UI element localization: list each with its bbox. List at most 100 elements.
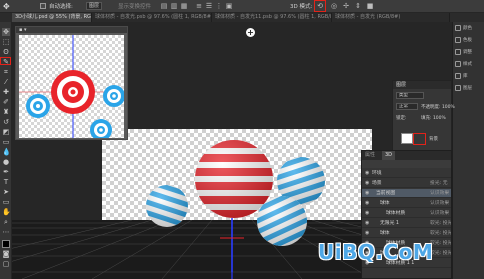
move-tool-icon[interactable]: ✥ [2,28,10,36]
auto-select-label: 自动选择: [49,4,73,10]
scene-tree-row[interactable]: ◉ 当前视图 认识效果 [362,189,451,198]
scene-tree-label: 场景 [372,181,382,186]
3d-mode-label: 3D 模式: [290,4,313,10]
eraser-tool-icon[interactable]: ◩ [2,128,10,136]
3d-rotate-highlight [314,0,326,12]
type-tool-icon[interactable]: T [2,178,10,186]
3d-panel-filter-bar [362,160,451,168]
quick-mask-icon[interactable]: ◙ [2,250,10,258]
dock-libraries[interactable]: 库 [455,72,484,82]
visibility-eye-icon[interactable]: ◉ [365,170,371,176]
3d-roll-icon[interactable]: ◎ [330,2,338,10]
layer-thumbnail[interactable] [401,133,413,144]
layers-panel-icon [455,84,461,91]
tools-panel: ✥ ⬚ ʘ ✎ ⌗ ⁄ ✚ ✐ ♜ ↺ ◩ ▭ 💧 ● ✒ T ➤ ▭ ✋ ⌕ … [0,22,12,279]
layer-filter-dropdown[interactable]: 类型 [396,92,424,99]
shape-tool-icon[interactable]: ▭ [2,198,10,206]
dock-swatches[interactable]: 色板 [455,36,484,46]
libraries-panel-icon [455,72,461,79]
tab-document-4[interactable]: 球体材质 - 自发光 (RGB/8#) [332,13,450,22]
3d-drag-icon[interactable]: ✢ [342,2,350,10]
foreground-color-swatch[interactable] [2,240,10,248]
dock-color-label: 颜色 [463,26,472,31]
visibility-eye-icon[interactable]: ◉ [365,200,371,206]
distribute-icon[interactable]: ≡ [195,2,203,10]
scene-tree-row[interactable]: ◉ 球体 认识效果 [362,199,451,208]
lasso-tool-icon[interactable]: ʘ [2,48,10,56]
preview-header: ▪ ▾ [16,27,127,33]
eyedropper-tool-icon[interactable]: ⁄ [2,78,10,86]
dock-adjustments[interactable]: 调整 [455,48,484,58]
preview-viewport[interactable] [19,35,124,138]
scene-tree-side-label: 软光: 投光 [430,231,452,236]
align-center-icon[interactable]: ▥ [170,2,178,10]
visibility-eye-icon[interactable]: ◉ [365,190,371,196]
visibility-eye-icon[interactable]: ◉ [365,230,371,236]
visibility-eye-icon[interactable]: ◉ [365,180,371,186]
tab-document-1[interactable]: 3D小球儿.psd @ 55% (背景, RGB/8#) * [12,13,92,22]
scene-tree-row[interactable]: ◉ 场景 投光: 无 [362,179,451,188]
scene-tree-side-label: 认识效果 [430,211,450,216]
blur-tool-icon[interactable]: 💧 [2,148,11,156]
stamp-tool-icon[interactable]: ♜ [2,108,10,116]
styles-panel-icon [455,60,461,67]
distribute-v-icon[interactable]: ☰ [205,2,213,10]
scene-tree-side-label: 认识效果 [430,201,450,206]
scene-tree-label: 当前视图 [376,191,396,196]
path-select-tool-icon[interactable]: ➤ [2,188,10,196]
3d-scale-icon[interactable]: ■ [366,2,374,10]
auto-align-icon[interactable]: ▣ [225,2,233,10]
healing-tool-icon[interactable]: ✚ [2,88,10,96]
blend-mode-dropdown[interactable]: 正常 [396,103,418,110]
preview-blue-ball-right [103,85,124,107]
visibility-eye-icon[interactable]: ◉ [365,220,371,226]
fill-label[interactable]: 填充: 100% [421,115,446,121]
3d-slide-icon[interactable]: ⇕ [354,2,362,10]
move-tool-icon[interactable]: ✥ [3,2,12,11]
visibility-eye-icon[interactable]: ◉ [365,210,371,216]
scene-tree-side-label: 软光: 投光 [430,241,452,246]
dock-color[interactable]: 颜色 [455,24,484,34]
blue-striped-ball-left[interactable] [134,178,202,230]
distribute-h-icon[interactable]: ⋮ [215,2,223,10]
tab-3d[interactable]: 3D [382,151,396,160]
align-left-icon[interactable]: ▤ [160,2,168,10]
tab-document-3[interactable]: 球体材质 - 自发光11.psb @ 97.6% (圆柱 1, RGB/8#) [212,13,332,22]
brush-tool-icon[interactable]: ✐ [2,98,10,106]
tab-properties[interactable]: 属性 [362,151,378,160]
screen-mode-icon[interactable]: ▢ [2,260,10,268]
opacity-label[interactable]: 不透明度: 100% [421,104,455,110]
layer-name[interactable]: 背景 [429,136,438,142]
scene-tree-label: 球体 [380,201,390,206]
tab-document-2[interactable]: 球体材质 - 自发光.psb @ 97.6% (圆柱 1, RGB/8#) [92,13,212,22]
scene-tree-side-label: 认识效果 [430,191,450,196]
more-tools-icon[interactable]: ⋯ [2,228,10,236]
auto-select-dropdown[interactable]: 图层 [86,2,102,10]
zoom-tool-icon[interactable]: ⌕ [2,218,10,226]
hand-tool-icon[interactable]: ✋ [2,208,11,216]
scene-tree-row[interactable]: ◉ 球体材质 认识效果 [362,209,451,218]
dock-libraries-label: 库 [463,74,468,79]
dock-adjustments-label: 调整 [463,50,472,55]
color-panel-icon [455,24,461,31]
3d-camera-preview[interactable]: ▪ ▾ [15,26,128,140]
layers-panel-title[interactable]: 图层 [396,81,406,89]
pen-tool-icon[interactable]: ✒ [2,168,10,176]
preview-menu-icon[interactable]: ▪ ▾ [19,27,27,33]
dodge-tool-icon[interactable]: ● [2,158,10,166]
gradient-tool-icon[interactable]: ▭ [2,138,10,146]
scene-tree-row[interactable]: ◉ 球体 软光: 投光 [362,229,451,238]
scene-tree-side-label: 软光: 投光 [430,251,452,256]
dock-styles[interactable]: 样式 [455,60,484,70]
auto-select-checkbox[interactable] [40,3,46,9]
marquee-tool-icon[interactable]: ⬚ [2,38,10,46]
scene-tree-row[interactable]: ◉ 无限光 1 软光: 投光 [362,219,451,228]
dock-layers[interactable]: 图层 [455,84,484,94]
transform-controls-label[interactable]: 显示变换控件 [118,2,151,10]
scene-tree-label: 球体材质 [386,211,406,216]
crop-tool-icon[interactable]: ⌗ [2,68,10,76]
scene-tree-row[interactable]: ◉ 环境 [362,169,451,178]
adjustments-panel-icon [455,48,461,55]
history-brush-tool-icon[interactable]: ↺ [2,118,10,126]
align-right-icon[interactable]: ▦ [180,2,188,10]
